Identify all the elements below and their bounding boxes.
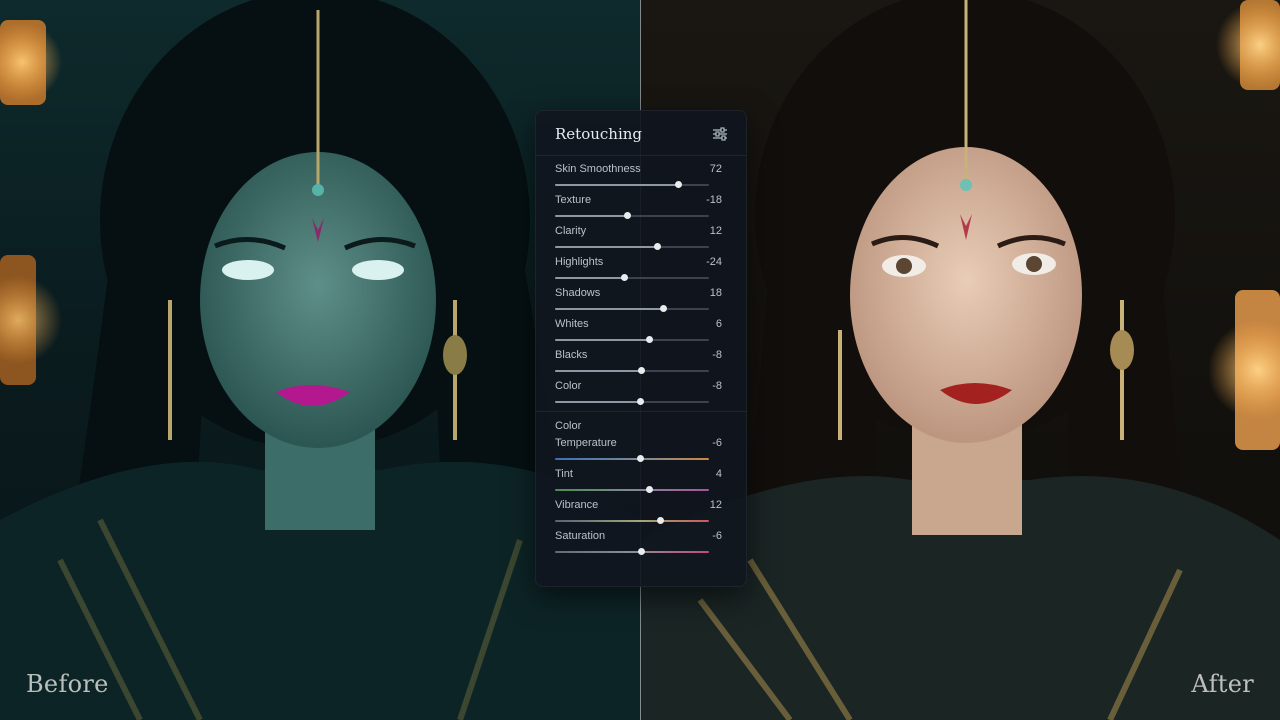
slider-fill	[555, 246, 657, 248]
color-sliders: Temperature -6 Tint 4 Vibrance 12 Saturation -6	[555, 437, 727, 561]
retouching-panel: Retouching Skin Smoothness 72 Texture -18 Cl…	[535, 110, 747, 587]
slider-fill	[555, 184, 679, 186]
slider-track[interactable]	[555, 243, 709, 250]
section-divider	[536, 411, 746, 412]
slider-value: 12	[709, 499, 722, 511]
slider-track[interactable]	[555, 305, 709, 312]
panel-title: Retouching	[555, 125, 643, 143]
slider-thumb[interactable]	[624, 212, 632, 219]
slider-fill	[555, 401, 640, 403]
slider-fill	[555, 339, 649, 341]
slider-row-texture: Texture -18	[555, 194, 727, 225]
slider-track[interactable]	[555, 398, 709, 405]
slider-row-highlights: Highlights -24	[555, 256, 727, 287]
slider-value: -6	[712, 437, 722, 449]
slider-label: Shadows	[555, 287, 601, 299]
slider-row-clarity: Clarity 12	[555, 225, 727, 256]
slider-label: Blacks	[555, 349, 588, 361]
slider-thumb[interactable]	[636, 398, 644, 405]
slider-row-vibrance: Vibrance 12	[555, 499, 727, 530]
slider-row-tint: Tint 4	[555, 468, 727, 499]
slider-thumb[interactable]	[638, 548, 646, 555]
slider-fill	[555, 308, 663, 310]
slider-fill	[555, 277, 625, 279]
slider-label: Saturation	[555, 530, 606, 542]
slider-thumb[interactable]	[645, 486, 653, 493]
slider-track[interactable]	[555, 367, 709, 374]
color-section-title: Color	[555, 420, 582, 432]
slider-label: Texture	[555, 194, 592, 206]
slider-thumb[interactable]	[656, 517, 664, 524]
before-label: Before	[26, 670, 109, 698]
slider-track[interactable]	[555, 212, 709, 219]
slider-track[interactable]	[555, 181, 709, 188]
slider-fill	[555, 215, 628, 217]
slider-track[interactable]	[555, 486, 709, 493]
slider-label: Temperature	[555, 437, 617, 449]
slider-list: Skin Smoothness 72 Texture -18 Clarity 12 High…	[536, 163, 746, 561]
slider-row-blacks: Blacks -8	[555, 349, 727, 380]
slider-thumb[interactable]	[675, 181, 683, 188]
slider-thumb[interactable]	[621, 274, 629, 281]
slider-label: Skin Smoothness	[555, 163, 641, 175]
slider-row-temperature: Temperature -6	[555, 437, 727, 468]
slider-value: -24	[706, 256, 722, 268]
slider-thumb[interactable]	[659, 305, 667, 312]
slider-value: -18	[706, 194, 722, 206]
sliders-settings-icon[interactable]	[712, 127, 728, 141]
slider-value: -8	[712, 349, 722, 361]
panel-header: Retouching	[536, 111, 746, 156]
slider-thumb[interactable]	[638, 367, 646, 374]
slider-row-saturation: Saturation -6	[555, 530, 727, 561]
slider-value: -6	[712, 530, 722, 542]
slider-value: 12	[709, 225, 722, 237]
slider-track[interactable]	[555, 548, 709, 555]
slider-track[interactable]	[555, 517, 709, 524]
slider-track[interactable]	[555, 455, 709, 462]
slider-value: 72	[709, 163, 722, 175]
slider-value: -8	[712, 380, 722, 392]
slider-label: Tint	[555, 468, 573, 480]
slider-row-whites: Whites 6	[555, 318, 727, 349]
slider-label: Highlights	[555, 256, 604, 268]
slider-value: 4	[715, 468, 722, 480]
before-after-comparison: Before After Retouching Skin Smoothness 7…	[0, 0, 1280, 720]
after-label: After	[1191, 670, 1254, 698]
slider-track[interactable]	[555, 336, 709, 343]
slider-row-color: Color -8	[555, 380, 727, 411]
slider-track[interactable]	[555, 274, 709, 281]
slider-row-skin-smoothness: Skin Smoothness 72	[555, 163, 727, 194]
slider-fill	[555, 370, 642, 372]
slider-label: Whites	[555, 318, 589, 330]
slider-label: Color	[555, 380, 582, 392]
slider-label: Vibrance	[555, 499, 599, 511]
slider-row-shadows: Shadows 18	[555, 287, 727, 318]
slider-thumb[interactable]	[645, 336, 653, 343]
slider-thumb[interactable]	[636, 455, 644, 462]
slider-value: 18	[709, 287, 722, 299]
tone-sliders: Skin Smoothness 72 Texture -18 Clarity 12 High…	[555, 163, 727, 411]
slider-value: 6	[715, 318, 722, 330]
slider-thumb[interactable]	[653, 243, 661, 250]
slider-label: Clarity	[555, 225, 587, 237]
